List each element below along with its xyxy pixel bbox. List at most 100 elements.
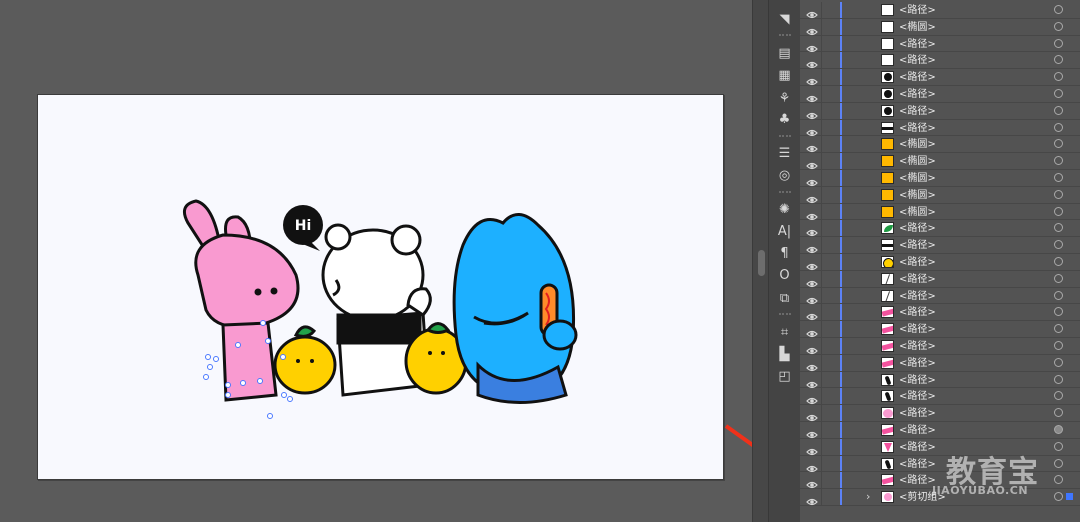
visibility-eye-icon[interactable]: [806, 274, 818, 287]
visibility-eye-icon[interactable]: [806, 139, 818, 153]
visibility-eye-icon[interactable]: [806, 475, 818, 489]
align-icon[interactable]: ☰: [773, 144, 796, 162]
layer-name[interactable]: <路径>: [899, 121, 936, 136]
layer-name[interactable]: <路径>: [899, 356, 936, 371]
distribute-icon[interactable]: ▙: [773, 345, 796, 363]
visibility-eye-icon[interactable]: [806, 39, 818, 52]
layer-name[interactable]: <路径>: [899, 322, 936, 337]
transform-icon[interactable]: ⧉: [773, 289, 796, 307]
target-circle-icon[interactable]: [1054, 105, 1063, 115]
layer-row[interactable]: <路径>: [800, 119, 1080, 137]
layer-name[interactable]: <路径>: [899, 221, 936, 236]
layer-name[interactable]: <路径>: [899, 440, 936, 455]
layer-name[interactable]: <路径>: [899, 305, 936, 320]
target-circle-icon[interactable]: [1054, 408, 1063, 418]
target-circle-icon[interactable]: [1054, 139, 1063, 149]
target-circle-icon[interactable]: [1054, 72, 1063, 82]
canvas-area[interactable]: Hi: [0, 0, 752, 522]
layer-name[interactable]: <椭圆>: [899, 171, 936, 186]
layer-row[interactable]: <路径>: [800, 354, 1080, 372]
target-circle-icon[interactable]: [1054, 206, 1063, 216]
selection-indicator[interactable]: [1066, 493, 1073, 501]
layer-name[interactable]: <路径>: [899, 389, 936, 404]
layer-row[interactable]: <椭圆>: [800, 136, 1080, 154]
target-circle-icon[interactable]: [1054, 492, 1063, 502]
expand-chevron-icon[interactable]: ›: [866, 490, 870, 503]
opentype-icon[interactable]: O: [773, 266, 796, 284]
sun-icon[interactable]: ✺: [773, 200, 796, 218]
target-circle-icon[interactable]: [1054, 21, 1063, 31]
visibility-eye-icon[interactable]: [806, 324, 818, 338]
target-circle-icon[interactable]: [1054, 324, 1063, 334]
layer-name[interactable]: <路径>: [899, 53, 936, 68]
grid-icon[interactable]: ⌗: [773, 323, 796, 341]
layer-row[interactable]: <路径>: [800, 52, 1080, 70]
target-circle-icon[interactable]: [1054, 273, 1063, 283]
layer-name[interactable]: <椭圆>: [899, 188, 936, 203]
visibility-eye-icon[interactable]: [806, 123, 818, 136]
visibility-eye-icon[interactable]: [806, 425, 818, 439]
visibility-eye-icon[interactable]: [806, 89, 818, 103]
layer-row[interactable]: <路径>: [800, 304, 1080, 322]
paragraph-icon[interactable]: ¶: [773, 244, 796, 262]
target-circle-icon[interactable]: [1054, 307, 1063, 317]
layer-name[interactable]: <路径>: [899, 238, 936, 253]
visibility-eye-icon[interactable]: [806, 291, 818, 304]
visibility-eye-icon[interactable]: [806, 55, 818, 69]
visibility-eye-icon[interactable]: [806, 223, 818, 237]
visibility-eye-icon[interactable]: [806, 190, 818, 203]
visibility-eye-icon[interactable]: [806, 5, 818, 19]
visibility-eye-icon[interactable]: [806, 341, 818, 355]
artwork-illustration[interactable]: Hi: [38, 95, 723, 479]
visibility-eye-icon[interactable]: [806, 22, 818, 35]
pathfinder-icon[interactable]: ◰: [773, 367, 796, 385]
layer-row[interactable]: <路径>: [800, 254, 1080, 271]
layer-name[interactable]: <路径>: [899, 70, 936, 85]
layer-name[interactable]: <路径>: [899, 87, 936, 102]
layer-row[interactable]: <路径>: [800, 2, 1080, 19]
layer-name[interactable]: <椭圆>: [899, 205, 936, 220]
splitter-handle[interactable]: [758, 250, 765, 276]
visibility-eye-icon[interactable]: [806, 72, 818, 86]
layer-row[interactable]: <路径>: [800, 287, 1080, 305]
layer-row[interactable]: <路径>: [800, 237, 1080, 254]
target-circle-icon[interactable]: [1054, 357, 1063, 367]
artboard[interactable]: Hi: [37, 94, 724, 480]
target-circle-icon[interactable]: [1054, 122, 1063, 132]
target-circle-icon[interactable]: [1054, 223, 1063, 233]
visibility-eye-icon[interactable]: [806, 307, 818, 321]
visibility-eye-icon[interactable]: [806, 442, 818, 455]
visibility-eye-icon[interactable]: [806, 106, 818, 119]
visibility-eye-icon[interactable]: [806, 156, 818, 170]
target-circle-icon[interactable]: [1054, 189, 1063, 199]
visibility-eye-icon[interactable]: [806, 257, 818, 271]
layer-row[interactable]: <路径>: [800, 371, 1080, 389]
visibility-eye-icon[interactable]: [806, 375, 818, 388]
layer-row[interactable]: <椭圆>: [800, 186, 1080, 204]
layer-name[interactable]: <路径>: [899, 272, 936, 287]
swatch-icon[interactable]: ▦: [773, 66, 796, 84]
visibility-eye-icon[interactable]: [806, 492, 818, 506]
visibility-eye-icon[interactable]: [806, 459, 818, 472]
symbol-icon[interactable]: ⚘: [773, 89, 796, 107]
layer-name[interactable]: <路径>: [899, 473, 936, 488]
layer-row[interactable]: <椭圆>: [800, 203, 1080, 221]
brush-icon[interactable]: ◥: [773, 10, 796, 28]
appearance-icon[interactable]: ◎: [773, 166, 796, 184]
layer-name[interactable]: <路径>: [899, 104, 936, 119]
layer-row[interactable]: <椭圆>: [800, 18, 1080, 36]
layer-row[interactable]: <椭圆>: [800, 153, 1080, 170]
target-circle-icon[interactable]: [1054, 458, 1063, 468]
visibility-eye-icon[interactable]: [806, 207, 818, 220]
target-circle-icon[interactable]: [1054, 475, 1063, 485]
target-circle-icon[interactable]: [1054, 341, 1063, 350]
gradient-icon[interactable]: ▤: [773, 44, 796, 62]
layers-panel[interactable]: <路径> <椭圆> <路径> <路径> <路径> <路径> <路径> <路径> <椭圆> <椭圆>…: [800, 0, 1080, 522]
target-circle-icon[interactable]: [1054, 441, 1063, 451]
layer-row[interactable]: <路径>: [800, 388, 1080, 406]
layer-row[interactable]: <路径>: [800, 35, 1080, 53]
target-circle-icon[interactable]: [1054, 374, 1063, 384]
layer-row[interactable]: <路径>: [800, 270, 1080, 288]
target-circle-icon[interactable]: [1054, 290, 1063, 300]
layer-row[interactable]: <路径>: [800, 220, 1080, 238]
